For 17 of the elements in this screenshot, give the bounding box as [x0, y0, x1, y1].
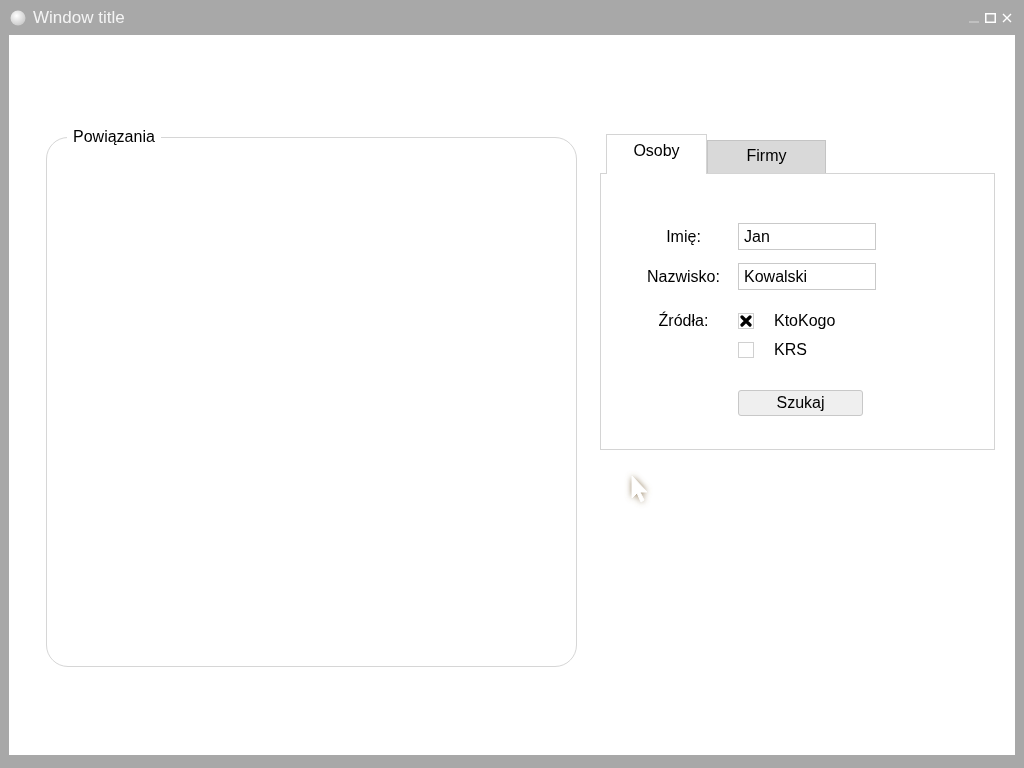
window-icon	[10, 9, 26, 26]
field-label: Źródła:	[658, 312, 709, 331]
field-label: Imię:	[666, 226, 701, 247]
input-field[interactable]: Kowalski	[738, 263, 876, 290]
window-title: Window title	[33, 6, 125, 29]
checkbox[interactable]	[738, 312, 754, 329]
input-field[interactable]: Jan	[738, 223, 876, 250]
group-title: Powiązania	[67, 127, 161, 147]
field-label: Nazwisko:	[647, 266, 720, 287]
checkbox-label: KRS	[774, 339, 807, 360]
maximize-icon[interactable]	[985, 12, 996, 23]
tab[interactable]: Osoby	[606, 134, 707, 174]
close-icon[interactable]	[1002, 12, 1012, 23]
checkbox-label: KtoKogo	[774, 310, 836, 331]
search-button[interactable]: Szukaj	[738, 390, 863, 416]
tab[interactable]: Firmy	[707, 140, 826, 173]
checkbox[interactable]	[738, 341, 754, 358]
